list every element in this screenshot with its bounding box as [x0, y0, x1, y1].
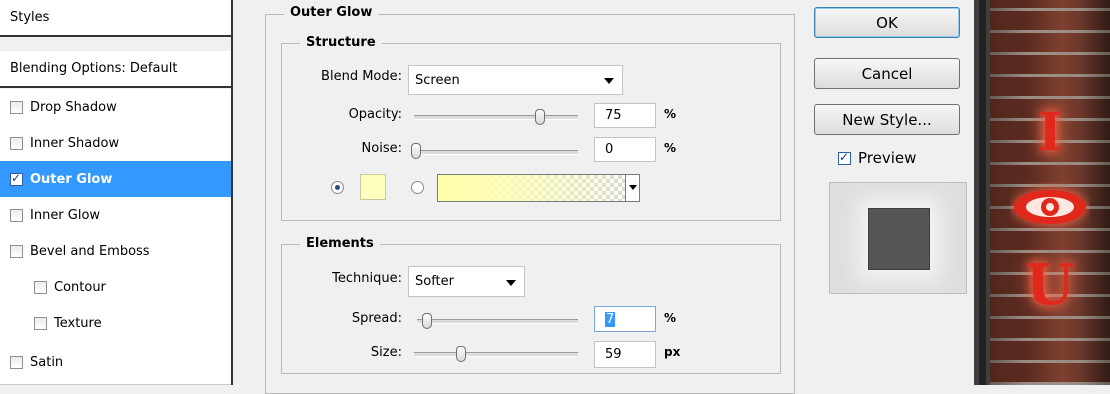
style-item-label: Inner Glow	[30, 207, 101, 223]
spread-unit: %	[664, 311, 677, 325]
size-input[interactable]: 59	[594, 341, 656, 368]
noise-slider-thumb[interactable]	[411, 143, 421, 159]
drop-shadow-checkbox[interactable]	[10, 100, 23, 114]
new-style-button-label: New Style...	[842, 110, 932, 129]
style-item-texture[interactable]: Texture	[0, 305, 231, 342]
styles-header[interactable]: Styles	[0, 0, 231, 37]
noise-value: 0	[605, 142, 614, 157]
glow-color-swatch[interactable]	[360, 174, 386, 200]
size-slider-thumb[interactable]	[456, 346, 466, 362]
size-unit: px	[664, 345, 681, 359]
outer-glow-title: Outer Glow	[284, 5, 379, 20]
technique-value: Softer	[415, 274, 454, 289]
poster-letter-i: I	[1037, 102, 1063, 163]
style-item-label: Bevel and Emboss	[30, 243, 150, 259]
style-item-label: Outer Glow	[30, 171, 113, 187]
preview-swatch	[868, 208, 930, 270]
opacity-slider-track[interactable]	[414, 115, 578, 120]
outer-glow-checkbox[interactable]	[10, 171, 23, 186]
noise-label: Noise:	[361, 141, 402, 156]
opacity-label: Opacity:	[348, 107, 402, 122]
blend-mode-value: Screen	[415, 72, 460, 88]
cancel-button[interactable]: Cancel	[814, 58, 960, 89]
glow-gradient-picker[interactable]	[437, 174, 640, 202]
ok-button[interactable]: OK	[814, 7, 960, 38]
styles-header-label: Styles	[10, 10, 50, 25]
brick-poster-canvas: I U	[990, 0, 1110, 385]
style-item-label: Inner Shadow	[30, 135, 120, 151]
poster-letter-u: U	[1025, 252, 1075, 318]
blending-options-item[interactable]: Blending Options: Default	[0, 51, 231, 88]
size-label: Size:	[370, 345, 402, 360]
solid-color-radio[interactable]	[331, 181, 344, 194]
technique-label: Technique:	[332, 271, 402, 286]
inner-shadow-checkbox[interactable]	[10, 136, 23, 150]
structure-title: Structure	[300, 35, 382, 50]
style-item-inner-glow[interactable]: Inner Glow	[0, 197, 231, 234]
style-item-label: Drop Shadow	[30, 99, 117, 115]
style-preview	[829, 182, 967, 294]
inner-glow-checkbox[interactable]	[10, 208, 23, 222]
blending-options-label: Blending Options: Default	[10, 61, 178, 76]
spread-label: Spread:	[351, 311, 402, 326]
ok-button-label: OK	[876, 13, 898, 32]
spread-slider-track[interactable]	[417, 319, 578, 324]
spread-value: 7	[605, 311, 616, 327]
chevron-down-icon	[506, 279, 516, 286]
chevron-down-icon	[629, 185, 637, 190]
texture-checkbox[interactable]	[34, 316, 47, 330]
chevron-down-icon	[604, 78, 614, 84]
style-item-drop-shadow[interactable]: Drop Shadow	[0, 89, 231, 126]
spread-input[interactable]: 7	[594, 306, 656, 332]
preview-toggle[interactable]: Preview	[838, 149, 916, 167]
contour-checkbox[interactable]	[34, 280, 47, 294]
blend-mode-label: Blend Mode:	[321, 69, 402, 84]
gradient-radio[interactable]	[411, 181, 424, 194]
style-item-contour[interactable]: Contour	[0, 269, 231, 306]
style-item-outer-glow[interactable]: Outer Glow	[0, 161, 231, 198]
opacity-unit: %	[664, 107, 677, 121]
opacity-input[interactable]: 75	[594, 103, 656, 128]
noise-unit: %	[664, 141, 677, 155]
styles-panel: Styles Blending Options: Default Drop Sh…	[0, 0, 233, 385]
noise-slider-track[interactable]	[412, 150, 578, 155]
cancel-button-label: Cancel	[861, 64, 913, 83]
satin-checkbox[interactable]	[10, 356, 23, 369]
style-item-label: Contour	[54, 279, 106, 295]
opacity-slider-thumb[interactable]	[535, 109, 545, 125]
preview-label: Preview	[858, 149, 917, 167]
scrollbar[interactable]	[979, 0, 986, 385]
style-item-satin[interactable]: Satin	[0, 341, 231, 385]
size-value: 59	[605, 347, 622, 362]
new-style-button[interactable]: New Style...	[814, 104, 960, 135]
style-item-label: Satin	[30, 355, 64, 370]
gradient-dropdown-button[interactable]	[625, 175, 639, 201]
size-slider-track[interactable]	[414, 352, 578, 357]
eye-icon	[1014, 190, 1086, 224]
spread-slider-thumb[interactable]	[422, 313, 432, 329]
window-edge	[974, 0, 990, 385]
elements-title: Elements	[300, 236, 380, 251]
preview-checkbox[interactable]	[838, 150, 851, 165]
technique-select[interactable]: Softer	[408, 266, 525, 297]
style-item-label: Texture	[54, 315, 102, 331]
style-item-inner-shadow[interactable]: Inner Shadow	[0, 125, 231, 162]
noise-input[interactable]: 0	[594, 137, 656, 162]
blend-mode-select[interactable]: Screen	[408, 65, 623, 95]
bevel-and-emboss-checkbox[interactable]	[10, 244, 23, 258]
style-item-bevel-and-emboss[interactable]: Bevel and Emboss	[0, 233, 231, 270]
opacity-value: 75	[605, 108, 622, 123]
